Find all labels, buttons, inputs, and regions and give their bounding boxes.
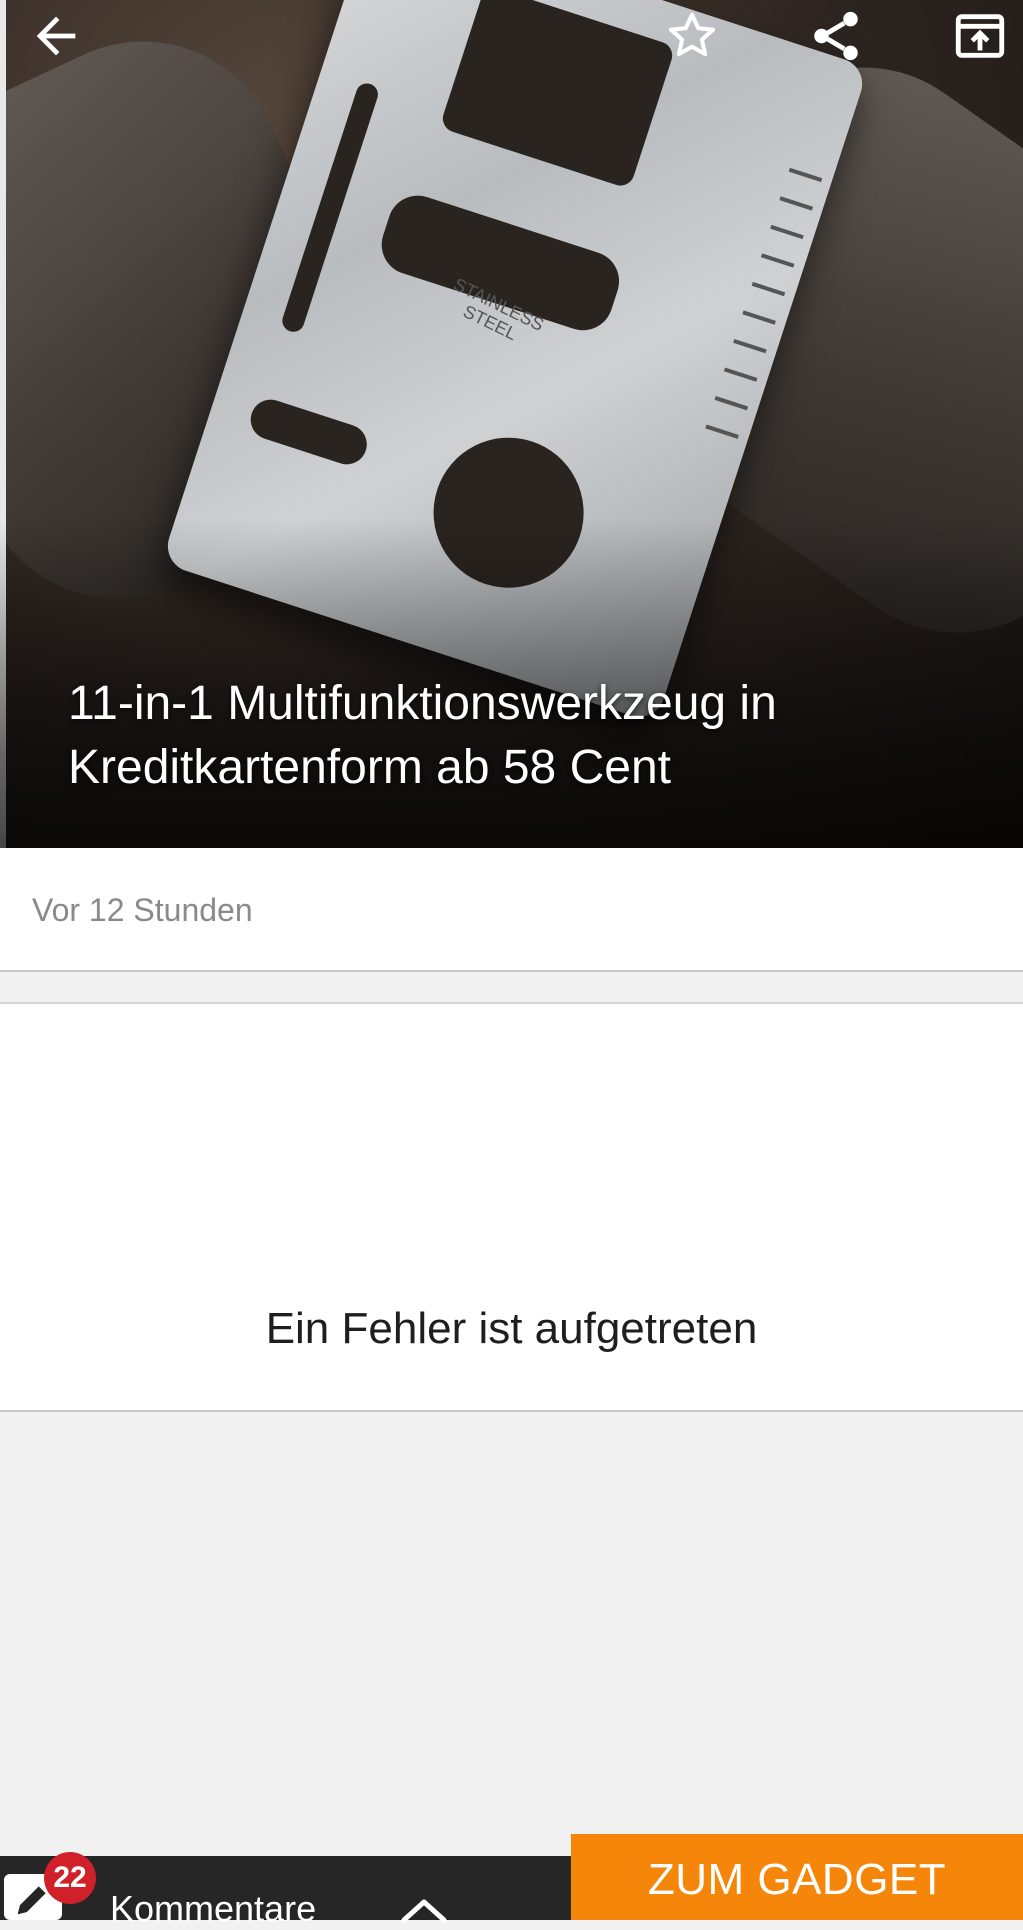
article-timestamp: Vor 12 Stunden — [32, 892, 253, 928]
open-external-icon — [955, 14, 1005, 58]
star-outline-icon — [668, 12, 716, 57]
comments-label[interactable]: Kommentare — [110, 1888, 316, 1930]
share-button[interactable] — [800, 0, 872, 72]
open-external-button[interactable] — [944, 0, 1016, 72]
error-message: Ein Fehler ist aufgetreten — [265, 1304, 758, 1353]
share-icon — [814, 11, 858, 61]
hero-image: STAINLESS STEEL 11-in-1 Multifunktionswe… — [0, 0, 1023, 848]
content-error-panel: Ein Fehler ist aufgetreten — [0, 1002, 1023, 1412]
back-arrow-icon — [36, 16, 76, 56]
zum-gadget-button[interactable]: ZUM GADGET — [571, 1834, 1023, 1920]
article-title: 11-in-1 Multifunktionswerkzeug in Kredit… — [68, 677, 777, 794]
article-meta: Vor 12 Stunden — [0, 848, 1023, 972]
comment-count-badge: 22 — [44, 1852, 96, 1904]
back-button[interactable] — [20, 0, 92, 72]
favorite-button[interactable] — [656, 0, 728, 72]
